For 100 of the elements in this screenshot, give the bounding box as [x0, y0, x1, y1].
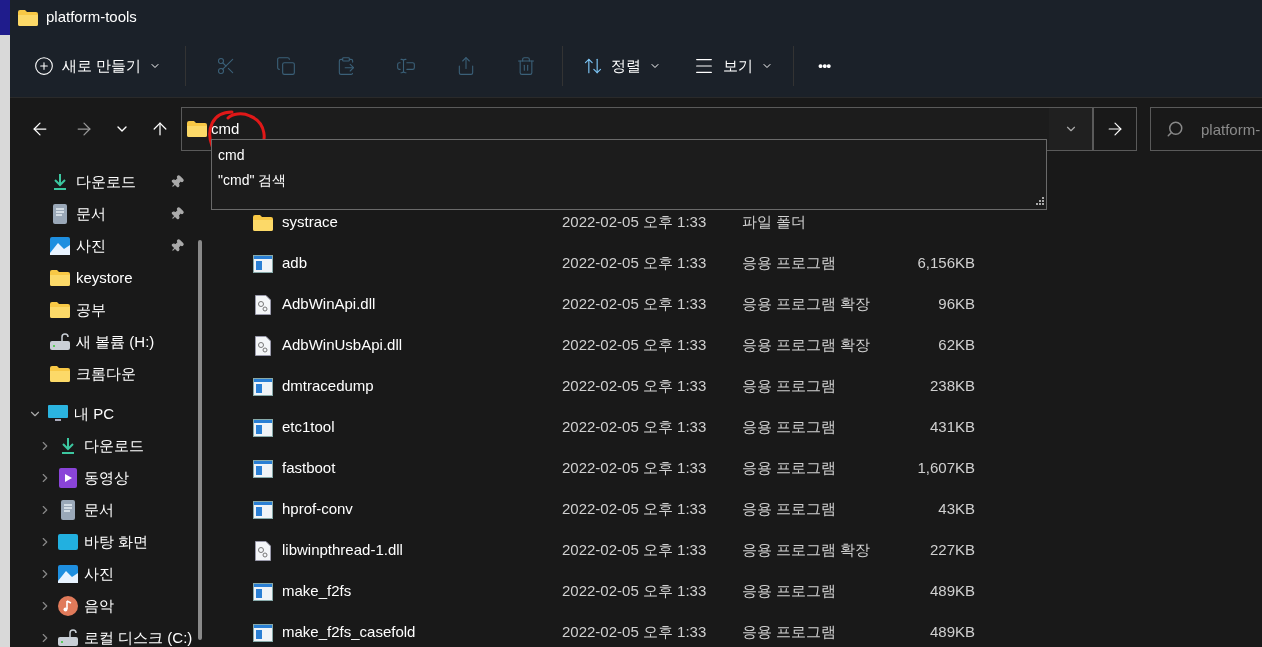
file-row[interactable]: AdbWinApi.dll 2022-02-05 오후 1:33 응용 프로그램 확장 96KB [250, 284, 1262, 325]
file-size: 238KB [928, 376, 975, 397]
suggestion-item[interactable]: "cmd" 검색 [212, 168, 1046, 193]
file-date: 2022-02-05 오후 1:33 [562, 253, 708, 274]
sidebar-item[interactable]: 사진 [10, 230, 200, 262]
file-row[interactable]: fastboot 2022-02-05 오후 1:33 응용 프로그램 1,607KB [250, 448, 1262, 489]
application-icon [253, 377, 273, 396]
tree-item[interactable]: 내 PC [10, 398, 200, 430]
application-icon [253, 582, 273, 601]
file-name: AdbWinUsbApi.dll [282, 335, 404, 356]
window-title: platform-tools [46, 7, 137, 28]
tree-item[interactable]: 바탕 화면 [10, 526, 200, 558]
file-type: 응용 프로그램 확장 [742, 540, 872, 561]
view-button[interactable]: 보기 [685, 46, 782, 86]
sidebar-item[interactable]: 문서 [10, 198, 200, 230]
tree-item[interactable]: 문서 [10, 494, 200, 526]
file-name: make_f2fs [282, 581, 353, 602]
monitor-icon [48, 405, 68, 423]
search-icon [1166, 120, 1184, 138]
file-date: 2022-02-05 오후 1:33 [562, 458, 708, 479]
file-date: 2022-02-05 오후 1:33 [562, 622, 708, 643]
sidebar-item[interactable]: 크롬다운 [10, 358, 200, 390]
address-input[interactable]: cmd [211, 117, 240, 141]
file-date: 2022-02-05 오후 1:33 [562, 376, 708, 397]
sidebar-item[interactable]: 다운로드 [10, 166, 200, 198]
document-icon [60, 500, 76, 520]
file-type: 응용 프로그램 확장 [742, 335, 872, 356]
more-button[interactable]: ••• [806, 48, 843, 84]
resize-grip-icon [1034, 197, 1044, 207]
file-size: 43KB [937, 499, 975, 520]
go-button[interactable] [1093, 107, 1137, 151]
file-type: 응용 프로그램 [742, 499, 838, 520]
new-button[interactable]: 새로 만들기 [26, 46, 170, 86]
application-icon [253, 418, 273, 437]
sort-button[interactable]: 정렬 [575, 46, 670, 86]
drive-icon [50, 333, 70, 351]
file-size: 6,156KB [916, 253, 975, 274]
file-row[interactable]: adb 2022-02-05 오후 1:33 응용 프로그램 6,156KB [250, 243, 1262, 284]
copy-icon [276, 56, 297, 76]
music-icon [58, 596, 78, 616]
file-row[interactable]: make_f2fs_casefold 2022-02-05 오후 1:33 응용 프로그램 489KB [250, 612, 1262, 647]
search-field[interactable]: platform- [1150, 107, 1262, 151]
file-type: 응용 프로그램 [742, 622, 838, 643]
file-type: 파일 폴더 [742, 212, 808, 233]
file-size: 431KB [928, 417, 975, 438]
file-type: 응용 프로그램 [742, 253, 838, 274]
file-name: fastboot [282, 458, 337, 479]
file-name: make_f2fs_casefold [282, 622, 417, 643]
rename-icon [396, 56, 417, 76]
file-row[interactable]: etc1tool 2022-02-05 오후 1:33 응용 프로그램 431KB [250, 407, 1262, 448]
folder-icon [50, 270, 70, 286]
sidebar-item[interactable]: 공부 [10, 294, 200, 326]
clipboard-icon [336, 56, 357, 76]
file-size: 96KB [937, 294, 975, 315]
file-row[interactable]: libwinpthread-1.dll 2022-02-05 오후 1:33 응용 프로그램 확장 227KB [250, 530, 1262, 571]
file-row[interactable]: dmtracedump 2022-02-05 오후 1:33 응용 프로그램 238KB [250, 366, 1262, 407]
document-icon [52, 204, 68, 224]
application-icon [253, 459, 273, 478]
folder-icon [253, 214, 273, 231]
file-size: 489KB [928, 622, 975, 643]
file-name: hprof-conv [282, 499, 354, 520]
suggestion-item[interactable]: cmd [212, 143, 1046, 168]
folder-icon [50, 366, 70, 382]
file-date: 2022-02-05 오후 1:33 [562, 540, 708, 561]
file-size: 489KB [928, 581, 975, 602]
file-date: 2022-02-05 오후 1:33 [562, 212, 708, 233]
sidebar-item[interactable]: keystore [10, 262, 200, 294]
file-size: 1,607KB [916, 458, 975, 479]
file-row[interactable]: AdbWinUsbApi.dll 2022-02-05 오후 1:33 응용 프로그램 확장 62KB [250, 325, 1262, 366]
file-date: 2022-02-05 오후 1:33 [562, 499, 708, 520]
plus-icon [34, 56, 54, 76]
file-date: 2022-02-05 오후 1:33 [562, 294, 708, 315]
download-icon [51, 173, 69, 191]
file-name: etc1tool [282, 417, 336, 438]
file-type: 응용 프로그램 [742, 376, 838, 397]
desktop-icon [58, 534, 78, 550]
picture-icon [50, 237, 70, 255]
file-row[interactable]: systrace 2022-02-05 오후 1:33 파일 폴더 [250, 202, 1262, 243]
tree-item[interactable]: 동영상 [10, 462, 200, 494]
tree-item[interactable]: 다운로드 [10, 430, 200, 462]
application-icon [253, 623, 273, 642]
sidebar-item[interactable]: 새 볼륨 (H:) [10, 326, 200, 358]
file-row[interactable]: make_f2fs 2022-02-05 오후 1:33 응용 프로그램 489KB [250, 571, 1262, 612]
tree-item[interactable]: 음악 [10, 590, 200, 622]
drive-icon [58, 629, 78, 647]
tree-item[interactable]: 로컬 디스크 (C:) [10, 622, 200, 647]
tree-item[interactable]: 사진 [10, 558, 200, 590]
file-name: dmtracedump [282, 376, 375, 397]
file-type: 응용 프로그램 확장 [742, 294, 872, 315]
file-date: 2022-02-05 오후 1:33 [562, 335, 708, 356]
trash-icon [516, 56, 537, 76]
file-date: 2022-02-05 오후 1:33 [562, 417, 708, 438]
file-type: 응용 프로그램 [742, 458, 838, 479]
file-name: AdbWinApi.dll [282, 294, 377, 315]
sort-icon [583, 56, 604, 76]
folder-icon [18, 9, 38, 26]
scrollbar-thumb[interactable] [198, 240, 202, 640]
application-icon [253, 500, 273, 519]
file-name: adb [282, 253, 309, 274]
file-row[interactable]: hprof-conv 2022-02-05 오후 1:33 응용 프로그램 43KB [250, 489, 1262, 530]
